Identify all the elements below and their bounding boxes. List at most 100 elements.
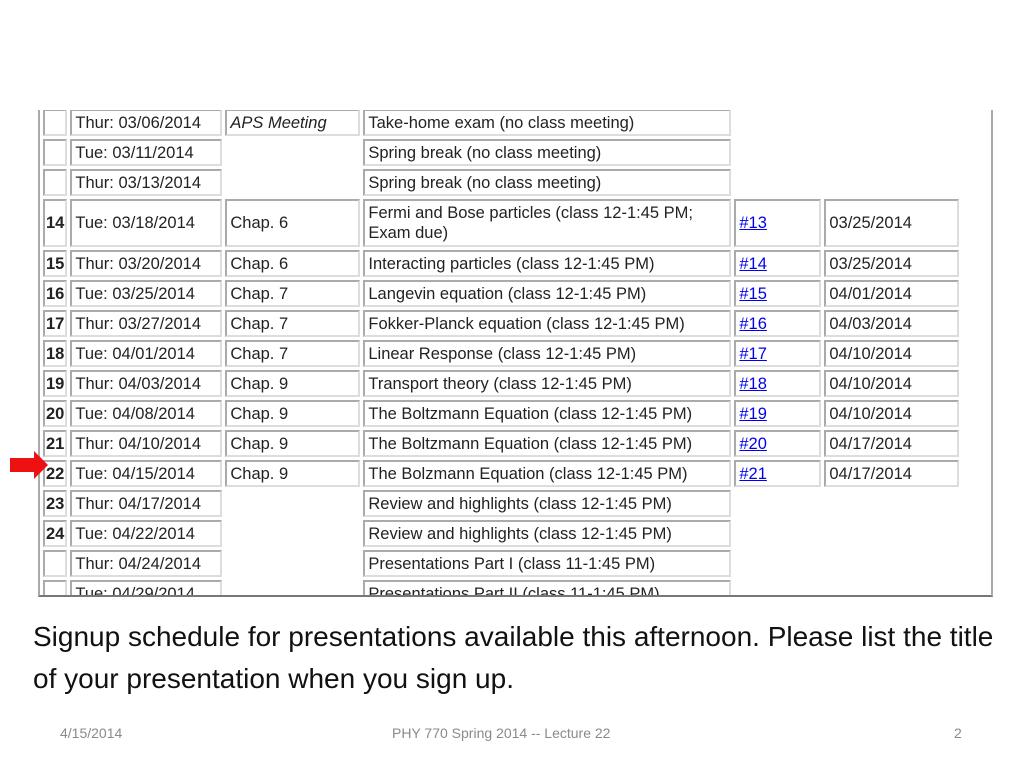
table-row: 22 Tue: 04/15/2014 Chap. 9 The Bolzmann Equ… [43,460,960,487]
cell-hw [734,580,821,595]
cell-topic: Transport theory (class 12-1:45 PM) [363,370,732,397]
homework-link[interactable]: #15 [739,285,767,303]
cell-chap: Chap. 9 [225,430,361,457]
cell-chap: Chap. 7 [225,280,361,307]
cell-date: Tue: 03/18/2014 [70,199,223,247]
cell-topic: Review and highlights (class 12-1:45 PM) [363,520,732,547]
cell-due [824,139,959,166]
homework-link[interactable]: #20 [739,435,767,453]
cell-hw: #13 [734,199,822,247]
cell-hw: #21 [734,460,822,487]
cell-due: 04/10/2014 [824,340,960,367]
cell-chap: APS Meeting [225,110,361,136]
table-row: 15 Thur: 03/20/2014 Chap. 6 Interacting par… [43,250,960,277]
cell-due [824,520,959,547]
cell-due: 04/10/2014 [824,400,960,427]
cell-chap [225,169,360,196]
homework-link[interactable]: #13 [739,214,767,232]
cell-due: 03/25/2014 [824,250,960,277]
cell-hw [734,169,821,196]
cell-hw [734,490,821,517]
cell-num [43,169,68,196]
cell-topic: Spring break (no class meeting) [363,139,732,166]
cell-chap [225,520,360,547]
table-row: 20 Tue: 04/08/2014 Chap. 9 The Boltzmann Eq… [43,400,960,427]
cell-hw [734,139,821,166]
cell-topic: Review and highlights (class 12-1:45 PM) [363,490,732,517]
cell-chap: Chap. 7 [225,310,361,337]
table-row: Tue: 04/29/2014 Presentations Part II (cl… [43,580,959,595]
cell-due: 03/25/2014 [824,199,960,247]
cell-hw [734,520,821,547]
cell-date: Tue: 04/29/2014 [70,580,223,595]
cell-topic: Langevin equation (class 12-1:45 PM) [363,280,732,307]
cell-date: Thur: 04/10/2014 [70,430,223,457]
homework-link[interactable]: #17 [739,345,767,363]
cell-chap: Chap. 6 [225,199,361,247]
cell-due: 04/17/2014 [824,430,960,457]
homework-link[interactable]: #14 [739,255,767,273]
cell-due [824,580,959,595]
homework-link[interactable]: #18 [739,375,767,393]
cell-topic: Linear Response (class 12-1:45 PM) [363,340,732,367]
cell-chap [225,550,360,577]
cell-num [43,139,68,166]
table-row: 24 Tue: 04/22/2014 Review and highlights (… [43,520,959,547]
cell-num: 14 [43,199,68,247]
cell-hw: #15 [734,280,822,307]
homework-link[interactable]: #21 [739,465,767,483]
cell-hw [734,550,821,577]
table-row: 19 Thur: 04/03/2014 Chap. 9 Transport theor… [43,370,960,397]
cell-due: 04/17/2014 [824,460,960,487]
cell-num: 19 [43,370,68,397]
cell-due [824,550,959,577]
cell-date: Tue: 03/25/2014 [70,280,223,307]
cell-hw: #18 [734,370,822,397]
cell-due [824,169,959,196]
cell-topic: Interacting particles (class 12-1:45 PM) [363,250,732,277]
homework-link[interactable]: #16 [739,315,767,333]
table-row: 21 Thur: 04/10/2014 Chap. 9 The Boltzmann E… [43,430,960,457]
cell-hw: #16 [734,310,822,337]
cell-topic: Take-home exam (no class meeting) [363,110,732,136]
slide-number: 2 [954,725,962,741]
table-row: Thur: 03/13/2014 Spring break (no class m… [43,169,959,196]
cell-topic: The Boltzmann Equation (class 12-1:45 PM… [363,430,732,457]
table-row: 23 Thur: 04/17/2014 Review and highlights … [43,490,959,517]
cell-due [824,110,959,136]
cell-date: Tue: 03/11/2014 [70,139,223,166]
schedule-table: Thur: 03/06/2014 APS Meeting Take-home exa… [38,110,993,597]
cell-topic: Fermi and Bose particles (class 12-1:45 … [363,199,732,247]
table-row: 14 Tue: 03/18/2014 Chap. 6 Fermi and Bose p… [43,199,960,247]
cell-chap [225,139,360,166]
cell-due: 04/03/2014 [824,310,960,337]
cell-due [824,490,959,517]
cell-hw: #19 [734,400,822,427]
cell-num [43,580,68,595]
cell-chap [225,490,360,517]
cell-chap: Chap. 6 [225,250,361,277]
homework-link[interactable]: #19 [739,405,767,423]
table-row: Thur: 03/06/2014 APS Meeting Take-home exa… [43,110,959,136]
cell-date: Thur: 04/17/2014 [70,490,223,517]
cell-due: 04/10/2014 [824,370,960,397]
cell-chap: Chap. 7 [225,340,361,367]
cell-num [43,550,68,577]
cell-date: Tue: 04/15/2014 [70,460,223,487]
cell-num: 15 [43,250,68,277]
cell-chap: Chap. 9 [225,370,361,397]
cell-date: Thur: 03/20/2014 [70,250,223,277]
cell-num: 24 [43,520,68,547]
cell-date: Tue: 04/01/2014 [70,340,223,367]
cell-date: Tue: 04/22/2014 [70,520,223,547]
table-row: Thur: 04/24/2014 Presentations Part I (cl… [43,550,959,577]
table-row: 17 Thur: 03/27/2014 Chap. 7 Fokker-Planck e… [43,310,960,337]
red-arrow-icon [10,451,48,479]
cell-num: 18 [43,340,68,367]
cell-due: 04/01/2014 [824,280,960,307]
footer-title: PHY 770 Spring 2014 -- Lecture 22 [392,725,611,741]
cell-hw: #14 [734,250,822,277]
cell-chap [225,580,360,595]
cell-topic: Spring break (no class meeting) [363,169,732,196]
cell-date: Tue: 04/08/2014 [70,400,223,427]
